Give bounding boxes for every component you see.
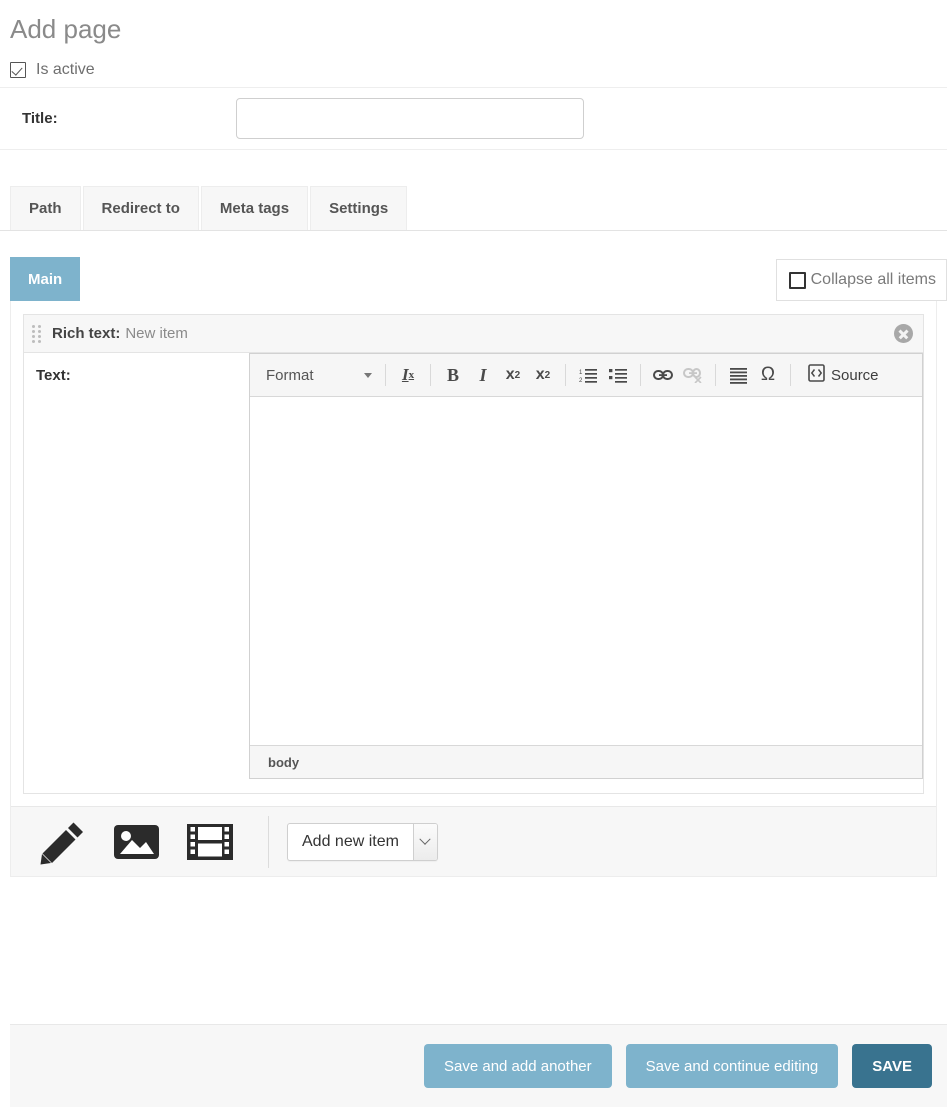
toolbar-separator <box>790 364 791 386</box>
link-icon[interactable] <box>648 360 678 390</box>
chevron-down-icon <box>364 372 372 378</box>
save-and-add-another-button[interactable]: Save and add another <box>424 1044 612 1088</box>
tab-redirect-to[interactable]: Redirect to <box>82 186 199 230</box>
editor-element-path: body <box>250 745 922 778</box>
tab-path[interactable]: Path <box>10 186 81 230</box>
collapse-all-items-toggle[interactable]: Collapse all items <box>775 259 947 301</box>
add-new-item-select[interactable]: Add new item <box>287 822 438 861</box>
add-item-bar: Add new item <box>11 806 936 876</box>
title-label: Title: <box>22 110 58 127</box>
source-label: Source <box>831 366 879 384</box>
editor-content-area[interactable] <box>250 397 922 745</box>
drag-handle-icon[interactable] <box>32 324 42 343</box>
source-icon <box>808 364 825 386</box>
format-combo-label: Format <box>266 366 314 384</box>
add-new-item-value: Add new item <box>302 832 399 850</box>
is-active-label: Is active <box>36 60 95 78</box>
main-panel: Rich text: New item Text: Format I x B I… <box>10 301 937 877</box>
content-item-name: New item <box>125 325 188 342</box>
is-active-checkbox[interactable] <box>10 61 26 78</box>
divider <box>268 815 269 868</box>
toolbar-separator <box>430 364 431 386</box>
content-area: Main Collapse all items Rich text: New i… <box>0 255 947 877</box>
svg-text:1: 1 <box>579 370 583 376</box>
content-item-card: Rich text: New item Text: Format I x B I… <box>23 314 924 794</box>
toolbar-separator <box>565 364 566 386</box>
collapse-all-checkbox[interactable] <box>788 271 806 289</box>
remove-circle-icon[interactable] <box>894 324 913 343</box>
tab-main[interactable]: Main <box>10 257 81 301</box>
format-combo[interactable]: Format <box>256 361 378 389</box>
tab-meta-tags[interactable]: Meta tags <box>200 186 309 230</box>
subscript-icon[interactable]: x2 <box>498 360 528 390</box>
add-page-screen: Add page Is active Title: Path Redirect … <box>0 0 947 1107</box>
field-row-title: Title: <box>0 88 947 150</box>
content-item-type: Rich text: <box>52 325 121 342</box>
justify-icon[interactable] <box>723 360 753 390</box>
svg-text:2: 2 <box>579 378 583 384</box>
save-button[interactable]: SAVE <box>852 1044 932 1088</box>
superscript-icon[interactable]: x2 <box>528 360 558 390</box>
bulleted-list-icon[interactable] <box>603 360 633 390</box>
content-item-body: Text: Format Ix B I x 2 x 2 1 2 Ω Source… <box>24 353 923 793</box>
content-tabs-header: Main Collapse all items <box>10 255 947 301</box>
toolbar-separator <box>385 364 386 386</box>
numbered-list-icon[interactable]: 1 2 <box>573 360 603 390</box>
field-row-is-active: Is active <box>0 46 947 88</box>
form-footer: Save and add another Save and continue e… <box>10 1024 947 1107</box>
collapse-all-label: Collapse all items <box>810 271 936 288</box>
special-char-icon[interactable]: Ω <box>753 360 783 390</box>
title-input[interactable] <box>236 98 584 139</box>
image-icon[interactable] <box>113 822 160 862</box>
content-item-header: Rich text: New item <box>24 315 923 353</box>
remove-format-icon[interactable]: Ix <box>393 360 423 390</box>
chevron-down-icon <box>412 823 437 860</box>
text-field-label: Text: <box>36 367 71 384</box>
italic-icon[interactable]: I <box>468 360 498 390</box>
unlink-icon[interactable] <box>678 360 708 390</box>
tab-settings[interactable]: Settings <box>310 186 408 230</box>
pencil-icon[interactable] <box>39 819 87 865</box>
toolbar-separator <box>640 364 641 386</box>
video-icon[interactable] <box>186 822 234 862</box>
save-and-continue-editing-button[interactable]: Save and continue editing <box>625 1044 839 1088</box>
page-title: Add page <box>10 14 122 44</box>
source-button[interactable]: Source <box>798 360 887 390</box>
section-tabs: Path Redirect to Meta tags Settings <box>0 186 947 231</box>
rich-text-editor: Format Ix B I x2 x2 1 2 Ω Source body <box>249 353 923 779</box>
bold-icon[interactable]: B <box>438 360 468 390</box>
toolbar-separator <box>715 364 716 386</box>
editor-toolbar: Format Ix B I x2 x2 1 2 Ω Source <box>250 354 922 397</box>
